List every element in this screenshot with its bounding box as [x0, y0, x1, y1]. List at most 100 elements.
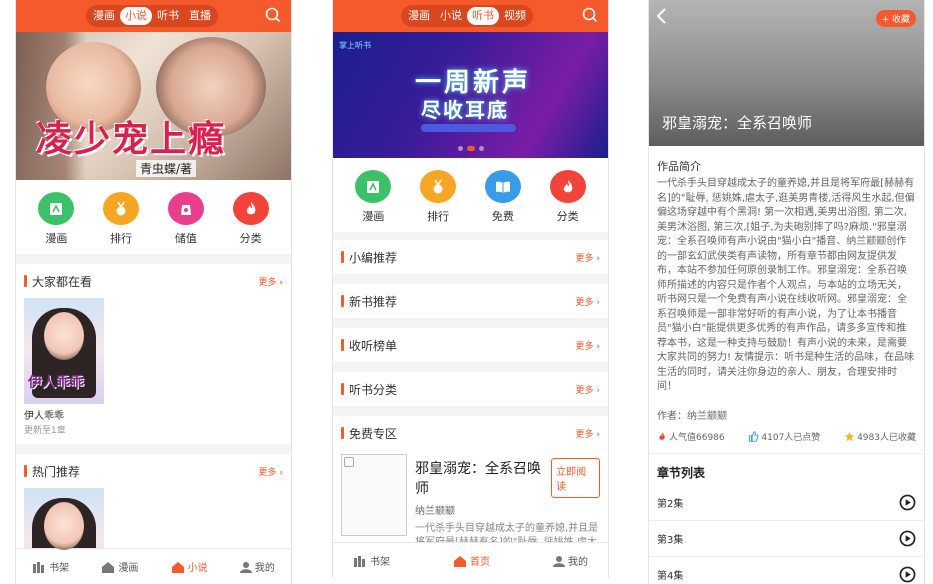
book-card[interactable]: 伊人乖乖 伊人乖乖 更新至1章 — [16, 298, 291, 444]
section-audio-categories[interactable]: 听书分类 更多 › — [333, 372, 608, 406]
bottom-tabbar: 书架 首页 我的 — [333, 542, 608, 578]
category-tabs: 漫画 小说 听书 直播 — [86, 5, 218, 27]
search-icon[interactable] — [582, 7, 598, 23]
back-icon[interactable] — [655, 8, 669, 24]
favorite-button[interactable]: + 收藏 — [875, 10, 916, 27]
shortcut-category[interactable]: 分类 — [226, 192, 276, 246]
tab-audiobook[interactable]: 听书 — [467, 7, 499, 25]
shortcut-comic[interactable]: 漫画 — [31, 192, 81, 246]
intro-text: 一代杀手头目穿越成太子的童养媳,并且是将军府最[赫赫有名]的"耻辱, 惩姚姝,虐… — [657, 178, 915, 392]
banner-subtitle: 尽收耳底 — [421, 98, 509, 122]
shortcut-label: 免费 — [491, 210, 514, 223]
more-link[interactable]: 更多 › — [576, 339, 600, 352]
chapter-list-heading: 章节列表 — [657, 465, 706, 480]
shortcut-label: 排行 — [110, 232, 133, 245]
shortcut-label: 漫画 — [362, 210, 385, 223]
section-free-zone: 免费专区 更多 › 邪皇溺宠：全系召唤师 立即阅读 纳兰颛颛 一代杀手头目穿越成太… — [333, 416, 608, 550]
book-title: 邪皇溺宠：全系召唤师 — [662, 114, 813, 132]
section-listen-chart[interactable]: 收听榜单 更多 › — [333, 328, 608, 362]
tabbar-bookshelf[interactable]: 书架 — [353, 553, 390, 568]
bookshelf-icon — [33, 561, 45, 573]
book-stats: 人气值66986 4107人已点赞 4983人已收藏 — [649, 422, 924, 454]
comic-icon — [38, 192, 75, 225]
shortcut-category[interactable]: 分类 — [543, 170, 593, 224]
banner-tag — [421, 124, 516, 132]
tab-comic[interactable]: 漫画 — [88, 7, 120, 25]
tab-video[interactable]: 视频 — [499, 7, 531, 25]
tab-novel[interactable]: 小说 — [435, 7, 467, 25]
thumb-up-icon — [749, 430, 760, 442]
section-header: 热门推荐 更多 › — [16, 454, 291, 488]
tab-comic[interactable]: 漫画 — [403, 7, 435, 25]
shortcut-ranking[interactable]: 排行 — [413, 170, 463, 224]
more-link[interactable]: 更多 › — [259, 275, 283, 288]
shortcut-label: 储值 — [174, 232, 197, 245]
play-icon — [899, 530, 916, 546]
shortcut-comic[interactable]: 漫画 — [348, 170, 398, 224]
house-icon — [171, 561, 184, 573]
medal-icon — [420, 170, 457, 203]
shortcut-grid: 漫画 排行 储值 分类 — [16, 180, 291, 254]
section-trending: 大家都在看 更多 › 伊人乖乖 伊人乖乖 更新至1章 — [16, 264, 291, 444]
book-title: 邪皇溺宠：全系召唤师 — [415, 461, 541, 497]
section-title: 收听榜单 — [349, 338, 398, 353]
more-link[interactable]: 更多 › — [576, 295, 600, 308]
tabbar-mine[interactable]: 我的 — [239, 559, 275, 574]
category-tabs: 漫画 小说 听书 视频 — [401, 5, 533, 27]
cover-title: 伊人乖乖 — [28, 375, 84, 391]
tab-audiobook[interactable]: 听书 — [152, 7, 184, 25]
favorites-stat[interactable]: 4983人已收藏 — [844, 430, 916, 443]
section-new-books[interactable]: 新书推荐 更多 › — [333, 284, 608, 318]
section-title: 听书分类 — [349, 382, 398, 397]
banner[interactable]: 凌少宠上瘾 青虫蝶/著 — [16, 32, 291, 180]
tabbar-comic[interactable]: 漫画 — [101, 559, 138, 574]
more-link[interactable]: 更多 › — [576, 383, 600, 396]
shortcut-label: 排行 — [427, 210, 450, 223]
tab-novel[interactable]: 小说 — [120, 7, 152, 25]
popularity-stat: 人气值66986 — [657, 430, 725, 443]
flame-icon — [232, 192, 269, 225]
more-link[interactable]: 更多 › — [576, 427, 600, 440]
book-author: 纳兰颛颛 — [415, 506, 455, 517]
play-icon — [899, 494, 916, 510]
shortcut-grid: 漫画 排行 免费 分类 — [333, 158, 608, 232]
chapter-item[interactable]: 第2集 — [649, 485, 924, 521]
more-link[interactable]: 更多 › — [576, 251, 600, 264]
banner-title: 凌少宠上瘾 — [36, 118, 227, 160]
more-link[interactable]: 更多 › — [259, 465, 283, 478]
section-header: 免费专区 更多 › — [333, 416, 608, 450]
tabbar-bookshelf[interactable]: 书架 — [32, 559, 69, 574]
medal-icon — [103, 192, 140, 225]
read-now-button[interactable]: 立即阅读 — [551, 458, 600, 498]
carousel-dots[interactable] — [458, 146, 484, 151]
shortcut-free[interactable]: 免费 — [478, 170, 528, 224]
banner[interactable]: 掌上听书 一周新声 尽收耳底 — [333, 32, 608, 158]
house-icon — [454, 555, 466, 567]
section-accent — [24, 465, 27, 477]
tabbar-mine[interactable]: 我的 — [553, 553, 588, 568]
user-icon — [553, 555, 565, 567]
top-header: 漫画 小说 听书 直播 — [16, 0, 291, 32]
tabbar-novel[interactable]: 小说 — [171, 559, 208, 574]
section-editor-picks[interactable]: 小编推荐 更多 › — [333, 240, 608, 274]
chapter-list: 第2集 第3集 第4集 — [649, 485, 924, 584]
play-icon — [899, 566, 916, 582]
tab-live[interactable]: 直播 — [184, 7, 216, 25]
bottom-tabbar: 书架 漫画 小说 我的 — [16, 548, 291, 584]
shortcut-ranking[interactable]: 排行 — [96, 192, 146, 246]
free-book-item[interactable]: 邪皇溺宠：全系召唤师立即阅读 纳兰颛颛 一代杀手头目穿越成太子的童养媳,并且是将… — [333, 450, 608, 550]
section-header: 大家都在看 更多 › — [16, 264, 291, 298]
flame-icon — [659, 431, 665, 440]
likes-stat[interactable]: 4107人已点赞 — [748, 430, 820, 443]
tabbar-home[interactable]: 首页 — [453, 553, 490, 568]
chapter-item[interactable]: 第4集 — [649, 557, 924, 584]
section-title: 小编推荐 — [349, 250, 398, 265]
chapter-item[interactable]: 第3集 — [649, 521, 924, 557]
section-title: 热门推荐 — [32, 464, 81, 479]
search-icon[interactable] — [265, 7, 281, 23]
book-cover-placeholder — [341, 454, 407, 536]
shortcut-recharge[interactable]: 储值 — [161, 192, 211, 246]
section-title: 大家都在看 — [32, 274, 93, 289]
shortcut-label: 分类 — [556, 210, 579, 223]
section-list: 小编推荐 更多 › 新书推荐 更多 › 收听榜单 更多 › 听书分类 更多 › … — [333, 240, 608, 550]
